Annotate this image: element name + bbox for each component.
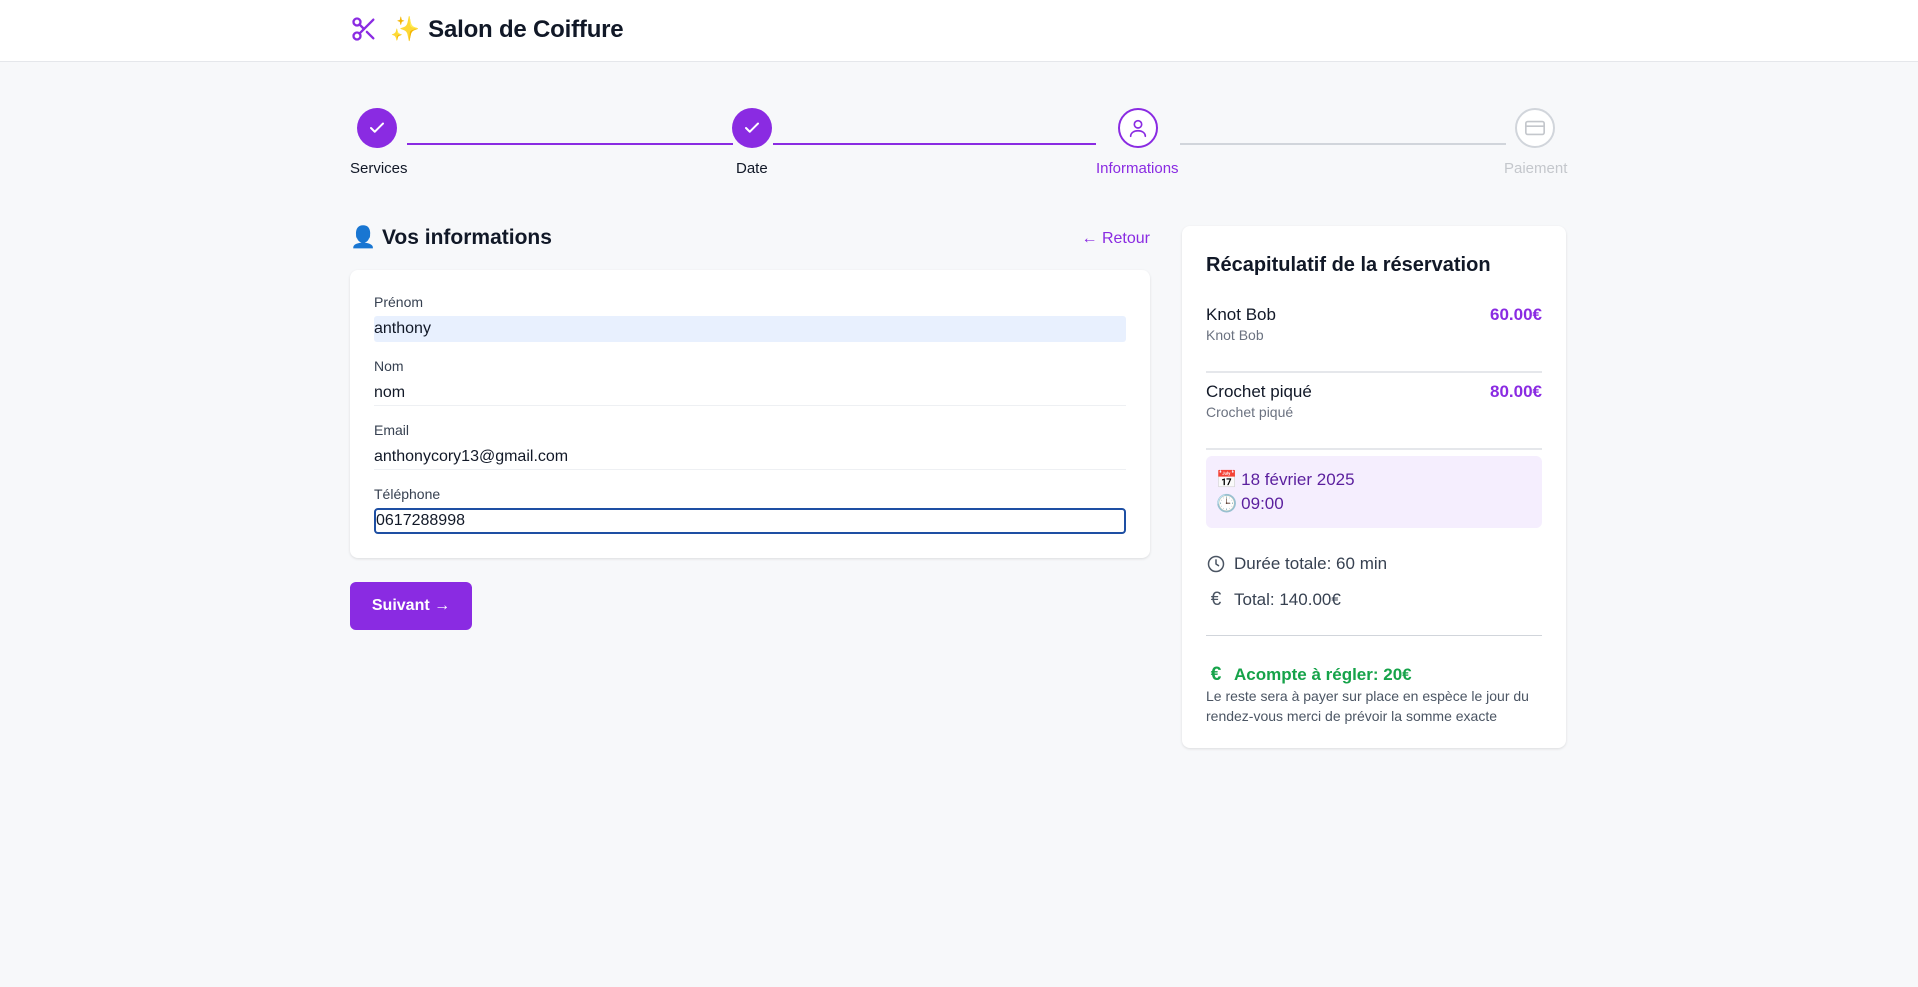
back-link[interactable]: ← Retour (1082, 230, 1150, 248)
clock-icon (1206, 554, 1226, 574)
first-name-input[interactable] (374, 316, 1126, 342)
form-title: 👤 Vos informations (350, 226, 552, 249)
first-name-field: Prénom (374, 294, 1126, 342)
step-informations-label: Informations (1096, 160, 1179, 177)
sparkle-icon: ✨ (390, 15, 420, 43)
progress-stepper: Services Date Informations Paiement (350, 108, 1568, 178)
email-input[interactable] (374, 444, 1126, 470)
site-title: ✨ Salon de Coiffure (390, 15, 624, 43)
check-icon (370, 122, 384, 133)
email-label: Email (374, 422, 410, 438)
calendar-icon: 📅 (1216, 470, 1238, 489)
step-connector-1 (407, 143, 733, 145)
service-price: 80.00€ (1490, 382, 1542, 401)
check-icon (745, 122, 759, 133)
service-name: Crochet piqué (1206, 382, 1312, 401)
step-paiement-label: Paiement (1504, 160, 1568, 177)
credit-card-icon (1525, 120, 1545, 136)
clock-icon: 🕒 (1216, 494, 1238, 513)
phone-field: Téléphone (374, 486, 1126, 534)
last-name-input[interactable] (374, 380, 1126, 406)
last-name-field: Nom (374, 358, 1126, 406)
step-connector-3 (1180, 143, 1506, 145)
appointment-datetime: 📅 18 février 2025 🕒 09:00 (1206, 456, 1542, 528)
phone-label: Téléphone (374, 486, 441, 502)
first-name-label: Prénom (374, 294, 424, 310)
deposit-note: Le reste sera à payer sur place en espèc… (1206, 688, 1529, 724)
euro-icon: € (1210, 589, 1222, 610)
user-icon (1129, 119, 1147, 138)
step-date-label: Date (736, 160, 768, 177)
step-services-circle[interactable] (357, 108, 397, 148)
step-connector-2 (773, 143, 1096, 145)
next-button[interactable]: Suivant → (350, 582, 472, 630)
customer-form: Prénom Nom Email Téléphone (350, 270, 1150, 558)
total-price: € Total: 140.00€ (1206, 589, 1341, 610)
summary-divider (1206, 635, 1542, 636)
booking-summary: Récapitulatif de la réservation Knot Bob… (1182, 226, 1566, 748)
appointment-time: 🕒 09:00 (1216, 494, 1284, 513)
scissors-icon (350, 14, 378, 44)
phone-input[interactable] (374, 508, 1126, 534)
top-bar: ✨ Salon de Coiffure (0, 0, 1918, 62)
brand[interactable]: ✨ Salon de Coiffure (350, 14, 624, 44)
summary-service-item: Crochet piqué Crochet piqué 80.00€ (1206, 382, 1542, 450)
appointment-date: 📅 18 février 2025 (1216, 470, 1355, 489)
step-informations-circle[interactable] (1118, 108, 1158, 148)
service-name: Knot Bob (1206, 305, 1276, 324)
total-duration: Durée totale: 60 min (1206, 554, 1387, 574)
step-services-label: Services (350, 160, 408, 177)
step-date-circle[interactable] (732, 108, 772, 148)
step-paiement-circle (1515, 108, 1555, 148)
service-subtitle: Knot Bob (1206, 327, 1264, 343)
email-field: Email (374, 422, 1126, 470)
last-name-label: Nom (374, 358, 404, 374)
summary-title: Récapitulatif de la réservation (1206, 254, 1491, 276)
service-subtitle: Crochet piqué (1206, 404, 1294, 420)
euro-icon: € (1210, 664, 1222, 685)
summary-service-item: Knot Bob Knot Bob 60.00€ (1206, 305, 1542, 373)
deposit-amount: € Acompte à régler: 20€ (1206, 664, 1412, 686)
service-price: 60.00€ (1490, 305, 1542, 324)
form-header: 👤 Vos informations ← Retour (350, 226, 1150, 256)
